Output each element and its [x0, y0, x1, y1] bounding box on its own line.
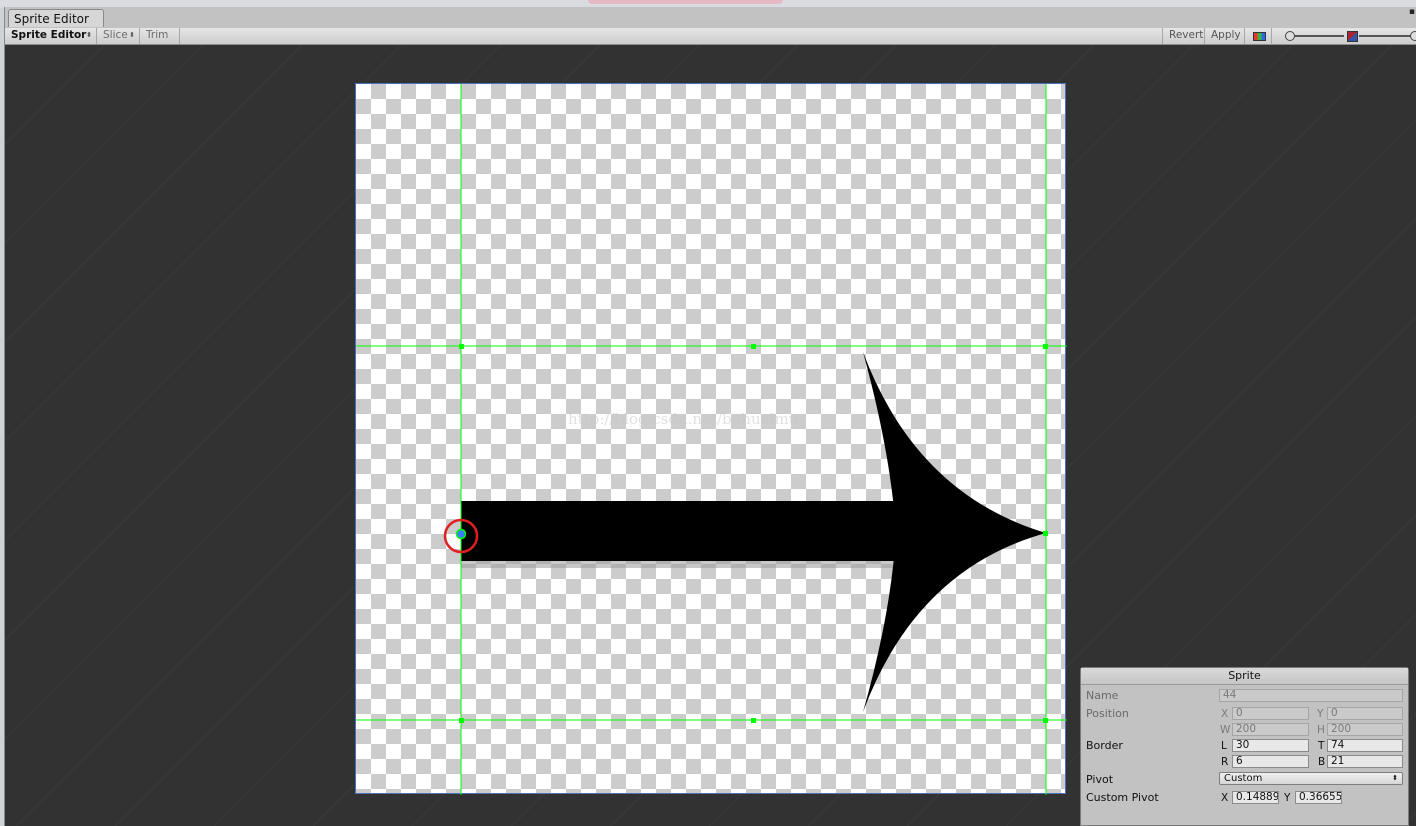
dropdown-arrows-icon: ⬍ — [86, 31, 92, 39]
toolbar: Sprite Editor ⬍ Slice ⬍ Trim Revert Appl… — [5, 28, 1416, 45]
position-y-field[interactable]: 0 — [1327, 707, 1403, 720]
w-label: W — [1220, 724, 1231, 736]
r-label: R — [1221, 756, 1229, 768]
sprite-inspector-panel: Sprite Name 44 Position X 0 Y 0 W 200 H … — [1080, 667, 1409, 826]
b-label: B — [1318, 756, 1326, 768]
t-label: T — [1318, 740, 1325, 752]
custom-pivot-x-field[interactable]: 0.14889 — [1232, 791, 1279, 804]
mip-slider-thumb[interactable] — [1410, 31, 1416, 41]
slice-dropdown[interactable]: Slice ⬍ — [97, 28, 140, 44]
x-label: X — [1221, 708, 1229, 720]
h-label: H — [1317, 724, 1325, 736]
pivot-label: Pivot — [1086, 773, 1114, 786]
position-h-field[interactable]: 200 — [1327, 723, 1403, 736]
tab-sprite-editor[interactable]: Sprite Editor — [8, 9, 104, 27]
window-menu-icon[interactable]: ▪ — [1409, 7, 1415, 17]
name-field[interactable]: 44 — [1219, 689, 1403, 702]
mip-slider-track — [1359, 35, 1414, 37]
apply-button[interactable]: Apply — [1205, 28, 1245, 44]
border-handle — [1043, 344, 1048, 349]
border-handle — [1043, 531, 1048, 536]
name-label: Name — [1086, 689, 1119, 702]
alpha-slider-thumb[interactable] — [1285, 31, 1295, 41]
position-x-field[interactable]: 0 — [1232, 707, 1309, 720]
custom-pivot-y-field[interactable]: 0.36655 — [1295, 791, 1342, 804]
rgb-channel-icon — [1253, 32, 1266, 41]
border-handle — [1043, 718, 1048, 723]
pivot-dropdown-value: Custom — [1224, 773, 1263, 784]
mode-dropdown[interactable]: Sprite Editor ⬍ — [5, 28, 97, 44]
sprite-editor-window: Sprite Editor ▪ Sprite Editor ⬍ Slice ⬍ … — [4, 7, 1416, 826]
pivot-dropdown[interactable]: Custom ⬍ — [1219, 772, 1403, 785]
y-label: Y — [1317, 708, 1324, 720]
sprite-overlay — [356, 84, 1067, 795]
border-handle — [751, 718, 756, 723]
arrow-shaft — [461, 501, 896, 561]
border-handle — [751, 344, 756, 349]
trim-button[interactable]: Trim — [140, 28, 180, 44]
pivot-handle — [455, 528, 467, 540]
custom-pivot-x-label: X — [1221, 792, 1229, 804]
slice-label: Slice — [103, 29, 128, 41]
border-l-field[interactable]: 30 — [1232, 739, 1309, 752]
inspector-title: Sprite — [1081, 668, 1408, 685]
revert-button[interactable]: Revert — [1162, 28, 1205, 44]
zoom-slider[interactable] — [1283, 28, 1416, 44]
custom-pivot-label: Custom Pivot — [1086, 791, 1159, 804]
mode-label: Sprite Editor — [11, 29, 87, 41]
alpha-slider-track — [1289, 35, 1344, 37]
position-w-field[interactable]: 200 — [1232, 723, 1309, 736]
tab-bar: Sprite Editor ▪ — [5, 7, 1416, 29]
custom-pivot-y-label: Y — [1284, 792, 1291, 804]
desktop-background — [588, 0, 783, 4]
position-label: Position — [1086, 707, 1129, 720]
border-handle — [459, 344, 464, 349]
l-label: L — [1221, 740, 1227, 752]
color-channel-toggle[interactable] — [1245, 28, 1272, 44]
mip-level-icon — [1347, 31, 1358, 42]
sprite-texture[interactable]: http://blog.csdn.net/buhuolmu — [355, 83, 1067, 795]
border-t-field[interactable]: 74 — [1327, 739, 1403, 752]
border-handle — [459, 718, 464, 723]
dropdown-arrows-icon: ⬍ — [129, 31, 135, 39]
watermark-text: http://blog.csdn.net/buhuolmu — [568, 410, 799, 428]
dropdown-arrows-icon: ⬍ — [1392, 774, 1398, 782]
border-b-field[interactable]: 21 — [1327, 755, 1403, 768]
border-label: Border — [1086, 739, 1123, 752]
border-r-field[interactable]: 6 — [1232, 755, 1309, 768]
